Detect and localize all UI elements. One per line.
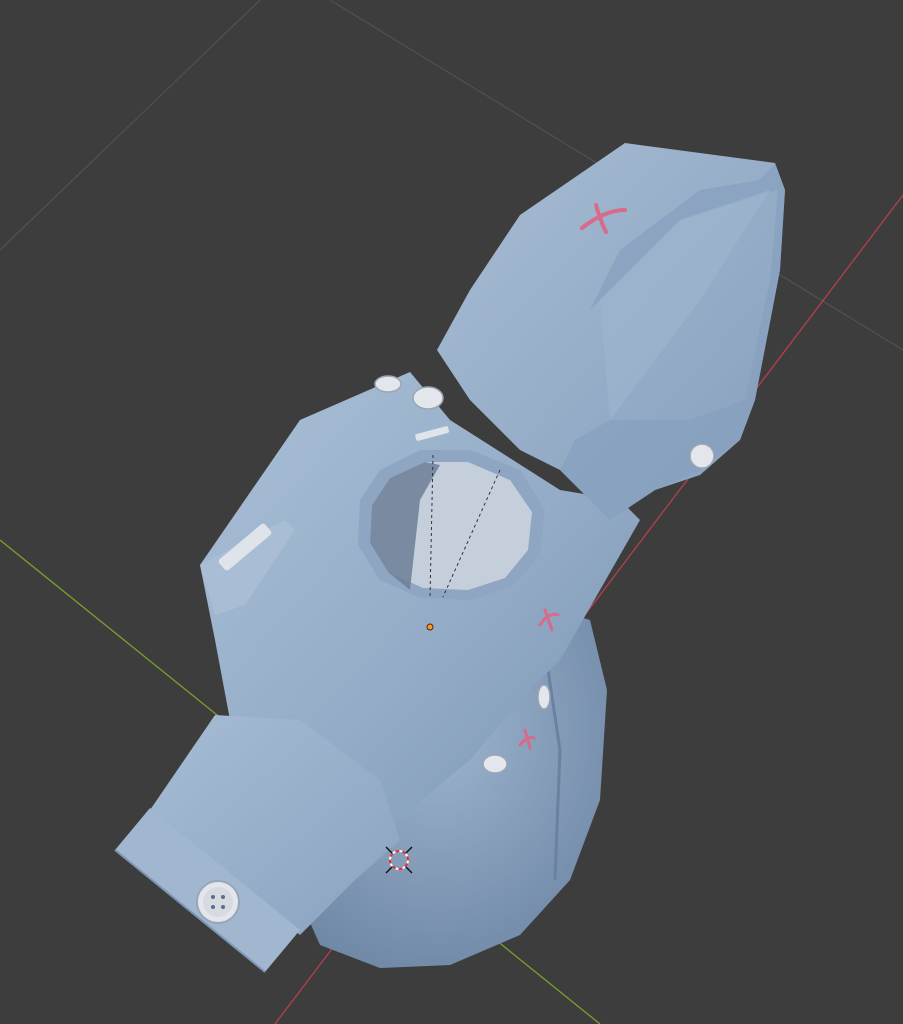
3d-viewport[interactable]	[0, 0, 903, 1024]
button-icon	[196, 880, 240, 924]
button-icon	[374, 375, 402, 393]
button-icon	[482, 754, 508, 774]
button-icon	[412, 386, 444, 410]
shirt-mesh[interactable]	[114, 143, 785, 973]
button-icon	[537, 684, 551, 710]
button-icon	[689, 443, 715, 469]
origin-point-icon[interactable]	[426, 623, 434, 631]
